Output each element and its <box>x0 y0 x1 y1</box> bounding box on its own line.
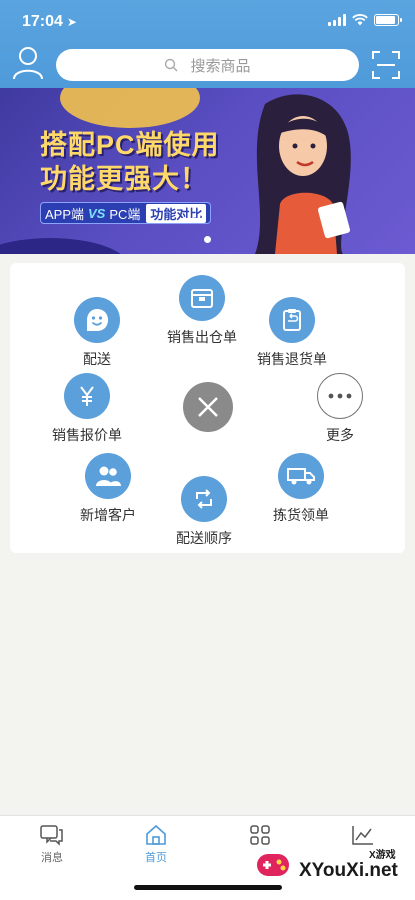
menu-item-label: 配送 <box>83 351 111 367</box>
gamepad-logo-icon <box>257 854 289 876</box>
menu-item-label: 更多 <box>326 427 354 443</box>
menu-item-sales-return[interactable]: 销售退货单 <box>257 297 327 369</box>
menu-item-add-customer[interactable]: 新增客户 <box>80 453 136 525</box>
box-icon <box>179 275 225 321</box>
home-indicator[interactable] <box>134 885 282 890</box>
status-bar: 17:04 ➤ <box>0 0 415 44</box>
wifi-icon <box>352 14 368 26</box>
status-time-text: 17:04 <box>22 13 63 30</box>
banner-decoration <box>60 88 200 128</box>
menu-item-picking[interactable]: 拣货领单 <box>273 453 329 525</box>
menu-item-sales-outbound[interactable]: 销售出仓单 <box>167 275 237 347</box>
banner-pagination <box>0 218 415 243</box>
tab-label: 首页 <box>145 852 167 864</box>
battery-icon <box>374 14 402 26</box>
pill-pc-label: PC端 <box>109 206 141 222</box>
banner-progress <box>180 218 204 221</box>
message-icon <box>40 825 63 846</box>
menu-item-label: 新增客户 <box>80 507 136 523</box>
banner-headline-line2: 功能更强大！ <box>40 164 208 194</box>
menu-item-sales-quote[interactable]: 销售报价单 <box>52 373 122 445</box>
search-placeholder: 搜索商品 <box>190 57 251 75</box>
close-menu-button[interactable] <box>183 382 233 432</box>
menu-item-label: 配送顺序 <box>176 530 232 546</box>
banner-dot-active[interactable] <box>204 236 211 243</box>
home-icon <box>146 824 166 845</box>
battery-level <box>376 16 395 24</box>
status-time: 17:04 ➤ <box>22 13 77 31</box>
users-icon <box>85 453 131 499</box>
menu-item-label: 拣货领单 <box>273 507 329 523</box>
location-arrow-icon: ➤ <box>66 15 77 29</box>
menu-item-label: 销售报价单 <box>52 427 122 443</box>
tab-messages[interactable]: 消息 <box>22 824 82 865</box>
smile-icon <box>74 297 120 343</box>
yen-icon <box>64 373 110 419</box>
refresh-order-icon <box>181 476 227 522</box>
search-icon <box>165 58 178 72</box>
pill-app-label: APP端 <box>45 206 85 222</box>
promo-banner[interactable]: 搭配PC端使用 功能更强大！ APP端 VS PC端 功能对比 <box>0 88 415 254</box>
cellular-signal-icon <box>328 14 346 26</box>
banner-headline-line1: 搭配PC端使用 <box>40 130 220 160</box>
menu-item-label: 销售退货单 <box>257 351 327 367</box>
close-icon <box>198 397 218 417</box>
search-input[interactable]: 搜索商品 <box>56 49 359 81</box>
scan-icon[interactable] <box>371 50 401 80</box>
menu-item-delivery[interactable]: 配送 <box>74 297 120 369</box>
user-profile-icon[interactable] <box>12 46 44 80</box>
site-watermark: X游戏 XYouXi.net <box>251 842 411 888</box>
pill-vs-label: VS <box>88 205 106 221</box>
watermark-text: XYouXi.net <box>299 860 398 881</box>
return-clipboard-icon <box>269 297 315 343</box>
status-icons <box>328 14 402 26</box>
tab-home[interactable]: 首页 <box>126 824 186 865</box>
menu-item-more[interactable]: 更多 <box>317 373 363 445</box>
more-dots-icon <box>317 373 363 419</box>
banner-headline: 搭配PC端使用 功能更强大！ <box>40 128 220 196</box>
tab-label: 消息 <box>41 852 63 864</box>
menu-item-label: 销售出仓单 <box>167 329 237 345</box>
function-menu-card: 配送 销售出仓单 销售退货单 销售报价单 更多 新增客户 配送顺序 拣货领单 <box>10 263 405 553</box>
menu-item-delivery-order[interactable]: 配送顺序 <box>176 476 232 548</box>
banner-illustration <box>255 94 351 254</box>
truck-icon <box>278 453 324 499</box>
watermark-small-text: X游戏 <box>369 850 396 861</box>
app-header: 17:04 ➤ 搜索商品 <box>0 0 415 88</box>
